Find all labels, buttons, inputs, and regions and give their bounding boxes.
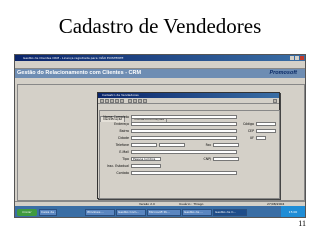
uf-label: UF [249,136,254,140]
bairro-label: Bairro [119,129,129,133]
insc-estadual-field[interactable] [131,164,161,168]
close-button[interactable] [300,56,304,60]
tipo-label: Tipo [122,157,129,161]
maximize-button[interactable] [295,56,299,60]
bairro-field[interactable] [131,129,237,133]
cadastro-vendedores-dialog: Cadastro de Vendedores Identificação Out… [97,92,280,199]
print-icon[interactable] [120,99,124,103]
nome-completo-label: Nome Completo [103,115,129,119]
taskbar: Iniciar Caixa de ... Windows ... Gestão … [15,206,305,217]
uf-field[interactable] [256,136,266,140]
taskbar-item[interactable]: Gestão Com... [116,209,146,216]
banner-title: Gestão do Relacionamento com Clientes - … [17,70,142,76]
slide-number: 11 [298,219,306,228]
cep-label: CEP [247,129,254,133]
cidade-field[interactable] [131,136,237,140]
last-record-icon[interactable] [143,99,147,103]
company-logo: Promosoft [269,70,298,76]
taskbar-item[interactable]: Microsoft Po... [147,209,181,216]
cnpj-label: CNPJ [203,157,211,161]
start-button[interactable]: Iniciar [17,209,37,216]
search-icon[interactable] [115,99,119,103]
nome-completo-field[interactable] [131,115,237,119]
save-icon[interactable] [105,99,109,103]
app-banner: Gestão do Relacionamento com Clientes - … [15,69,305,78]
cidade-label: Cidade [117,136,129,140]
taskbar-item-active[interactable]: Gestão de C... [213,209,247,216]
taskbar-item[interactable]: Gestão de ... [182,209,212,216]
next-record-icon[interactable] [138,99,142,103]
exit-icon[interactable] [273,99,277,103]
dialog-form: Nome Completo Endereço Código Bairro CEP… [99,110,280,199]
endereco-field[interactable] [131,122,237,126]
contato-label: Contato [116,171,129,175]
telefone-field[interactable] [131,143,157,147]
fax-field[interactable] [213,143,239,147]
minimize-button[interactable] [290,56,294,60]
email-field[interactable] [131,150,237,154]
telefone-2-field[interactable] [159,143,185,147]
email-label: E-Mail [119,150,129,154]
delete-icon[interactable] [110,99,114,103]
slide-title: Cadastro de Vendedores [58,14,262,38]
first-record-icon[interactable] [128,99,132,103]
cnpj-field[interactable] [213,157,239,161]
taskbar-item[interactable]: Caixa de ... [39,209,57,216]
prev-record-icon[interactable] [133,99,137,103]
contato-field[interactable] [131,171,237,175]
fax-label: Fax [205,143,211,147]
insc-estadual-label: Insc. Estadual [106,164,129,168]
tipo-select[interactable]: Pessoa Jurídica [131,157,161,161]
cep-field[interactable] [256,129,276,133]
system-tray-clock: 15:00 [281,206,305,217]
telefone-label: Telefone [115,143,129,147]
new-record-icon[interactable] [100,99,104,103]
dialog-toolbar [98,98,279,104]
taskbar-item[interactable]: Windows ... [85,209,115,216]
endereco-label: Endereço [114,122,129,126]
codigo-label: Código [242,122,254,126]
app-screenshot: Gestão de Clientes CRM - Licença registr… [14,54,306,218]
codigo-field[interactable] [256,122,276,126]
